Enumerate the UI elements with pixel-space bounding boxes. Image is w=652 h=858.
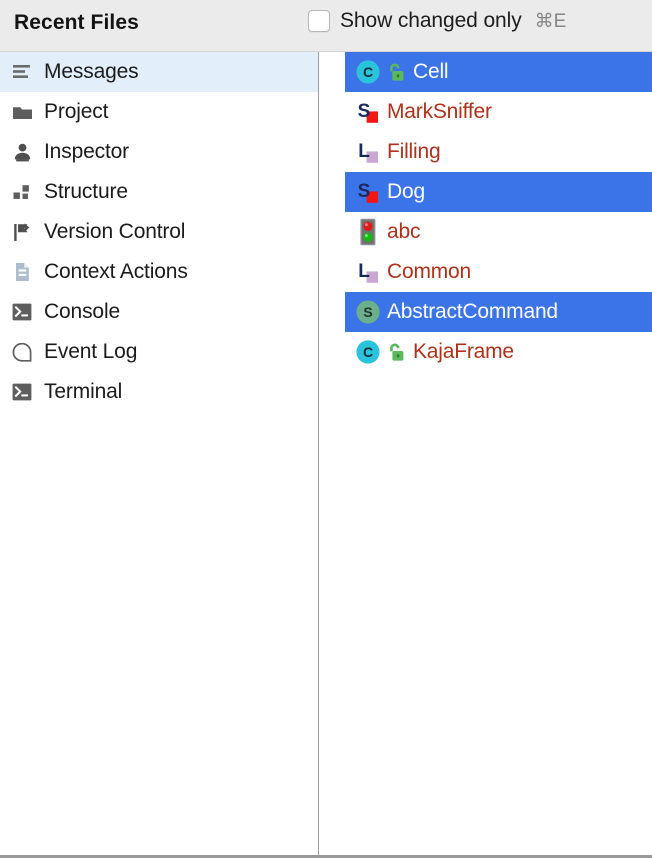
class-circle-c-icon: C (353, 57, 383, 87)
svg-text:L: L (358, 261, 370, 282)
file-list-item[interactable]: S Dog (345, 172, 652, 212)
sidebar-item-version-control[interactable]: Version Control (0, 212, 318, 252)
file-list-item[interactable]: C Cell (345, 52, 652, 92)
file-name-label: MarkSniffer (387, 100, 492, 123)
svg-text:S: S (358, 101, 371, 122)
shortcut-hint: ⌘E (534, 10, 567, 32)
file-name-label: Common (387, 260, 471, 283)
console-icon (6, 298, 38, 326)
sidebar-item-label: Context Actions (44, 260, 188, 283)
file-name-label: Filling (387, 140, 441, 163)
tool-window-list: Messages Project Inspector Structure Version… (0, 52, 318, 855)
class-circle-s-icon: S (353, 297, 383, 327)
sidebar-item-label: Event Log (44, 340, 138, 363)
terminal-icon (6, 378, 38, 406)
sidebar-item-structure[interactable]: Structure (0, 172, 318, 212)
sidebar-item-inspector[interactable]: Inspector (0, 132, 318, 172)
structure-icon (6, 178, 38, 206)
file-name-label: KajaFrame (413, 340, 514, 363)
show-changed-only-control[interactable]: Show changed only ⌘E (308, 9, 566, 33)
file-list-item[interactable]: abc (345, 212, 652, 252)
class-circle-c-icon: C (353, 337, 383, 367)
file-list-item[interactable]: S MarkSniffer (345, 92, 652, 132)
sidebar-item-context-actions[interactable]: Context Actions (0, 252, 318, 292)
unlock-icon (383, 58, 409, 86)
file-name-label: AbstractCommand (387, 300, 558, 323)
sidebar-item-project[interactable]: Project (0, 92, 318, 132)
svg-text:S: S (358, 181, 371, 202)
mark-s-red-icon: S (353, 177, 383, 207)
folder-icon (6, 98, 38, 126)
traffic-light-icon (353, 217, 383, 247)
svg-text:S: S (363, 304, 372, 320)
unlock-icon (383, 338, 409, 366)
popup-header: Recent Files Show changed only ⌘E (0, 0, 652, 52)
sidebar-item-label: Terminal (44, 380, 123, 403)
svg-text:C: C (363, 64, 373, 80)
sidebar-item-label: Console (44, 300, 120, 323)
version-control-icon (6, 218, 38, 246)
fill-l-lavender-icon: L (353, 137, 383, 167)
show-changed-only-checkbox[interactable] (308, 10, 330, 32)
svg-text:L: L (358, 141, 370, 162)
sidebar-item-terminal[interactable]: Terminal (0, 372, 318, 412)
fill-l-lavender-icon: L (353, 257, 383, 287)
file-list-item[interactable]: S AbstractCommand (345, 292, 652, 332)
file-list-item[interactable]: L Filling (345, 132, 652, 172)
sidebar-item-messages[interactable]: Messages (0, 52, 318, 92)
event-log-icon (6, 338, 38, 366)
sidebar-item-label: Inspector (44, 140, 130, 163)
recent-files-popup: Recent Files Show changed only ⌘E Messag… (0, 0, 652, 858)
sidebar-item-label: Messages (44, 60, 139, 83)
file-list-item[interactable]: L Common (345, 252, 652, 292)
file-name-label: Dog (387, 180, 425, 203)
sidebar-item-console[interactable]: Console (0, 292, 318, 332)
sidebar-item-label: Structure (44, 180, 128, 203)
svg-text:C: C (363, 344, 373, 360)
inspector-icon (6, 138, 38, 166)
page-title: Recent Files (14, 11, 139, 34)
sidebar-item-event-log[interactable]: Event Log (0, 332, 318, 372)
recent-files-list: C Cell S MarkSniffer L Filling S Dog abc L Common S… (319, 52, 652, 855)
messages-icon (6, 58, 38, 86)
sidebar-item-label: Version Control (44, 220, 186, 243)
show-changed-only-label: Show changed only (340, 9, 522, 32)
file-list-item[interactable]: C KajaFrame (345, 332, 652, 372)
file-name-label: abc (387, 220, 421, 243)
context-actions-icon (6, 258, 38, 286)
file-name-label: Cell (413, 60, 449, 83)
mark-s-red-icon: S (353, 97, 383, 127)
sidebar-item-label: Project (44, 100, 109, 123)
